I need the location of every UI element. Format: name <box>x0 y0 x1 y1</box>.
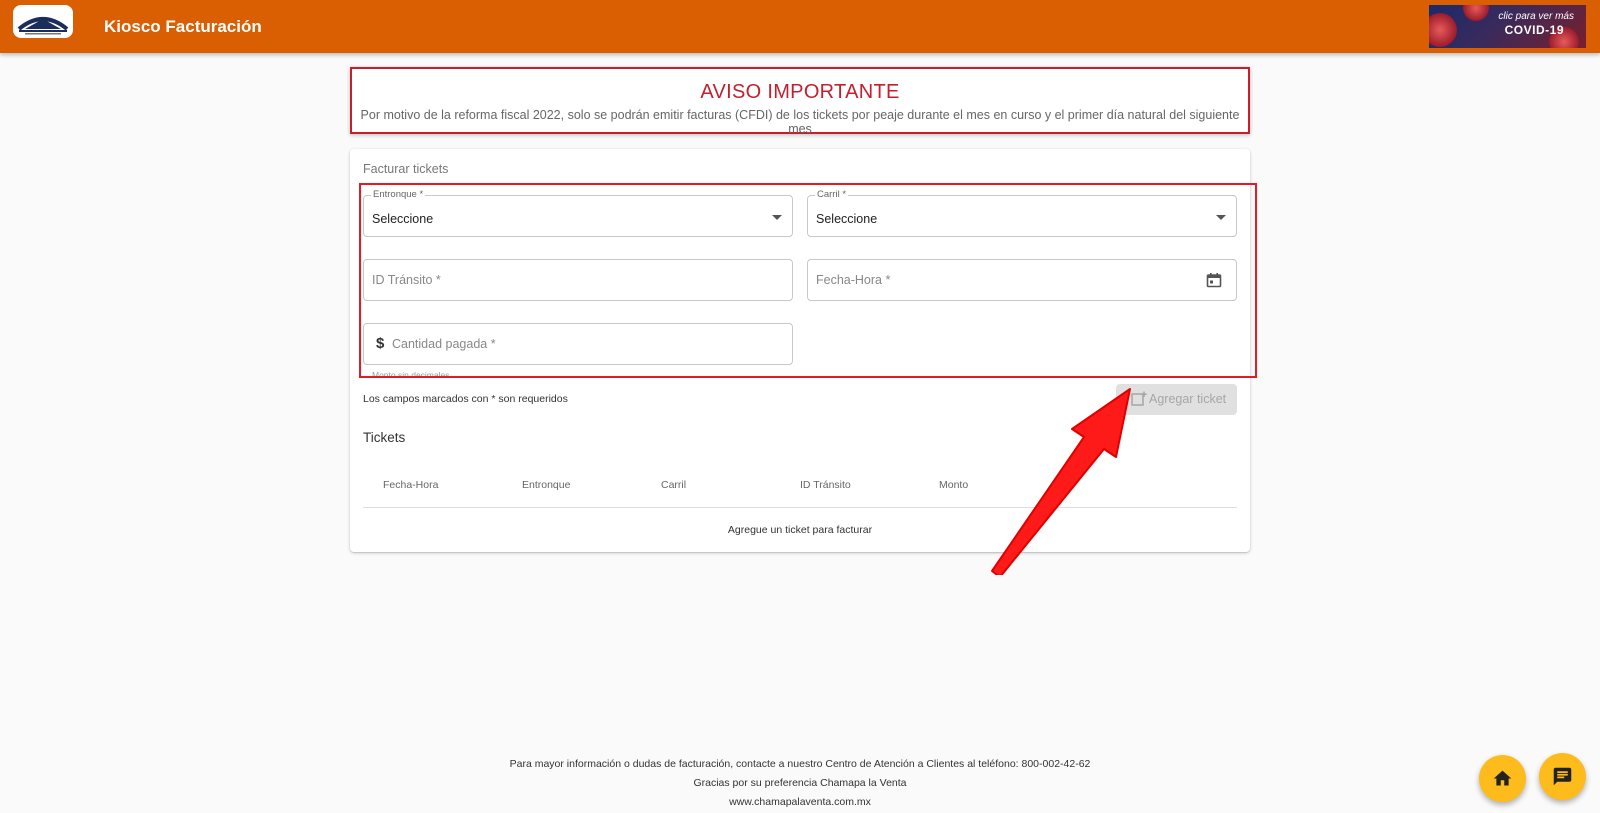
tickets-empty-message: Agregue un ticket para facturar <box>727 524 873 536</box>
column-header-carril[interactable]: Carril <box>661 479 686 491</box>
footer-website[interactable]: www.chamapalaventa.com.mx <box>0 796 1600 808</box>
table-divider <box>363 507 1237 508</box>
important-notice: AVISO IMPORTANTE Por motivo de la reform… <box>350 67 1250 136</box>
chat-icon <box>1553 767 1572 786</box>
add-ticket-button[interactable]: Agregar ticket <box>1116 384 1237 415</box>
column-header-id-transito[interactable]: ID Tránsito <box>800 479 851 491</box>
invoice-card: Facturar tickets Entronque * Seleccione … <box>350 149 1257 552</box>
entronque-label: Entronque * <box>371 189 426 200</box>
id-transito-placeholder: ID Tránsito * <box>372 273 441 287</box>
app-title: Kiosco Facturación <box>104 17 262 36</box>
carril-select[interactable]: Carril * Seleccione <box>807 189 1237 237</box>
carril-value: Seleccione <box>816 212 878 226</box>
home-icon <box>1493 770 1512 786</box>
chamapa-logo[interactable] <box>13 5 73 38</box>
calendar-icon[interactable] <box>1206 272 1222 293</box>
required-fields-note: Los campos marcados con * son requeridos <box>363 393 568 405</box>
notice-text: Por motivo de la reforma fiscal 2022, so… <box>360 108 1240 136</box>
add-ticket-label: Agregar ticket <box>1149 392 1227 406</box>
cantidad-placeholder: Cantidad pagada * <box>392 337 496 351</box>
entronque-value: Seleccione <box>372 212 434 226</box>
footer-thanks: Gracias por su preferencia Chamapa la Ve… <box>693 777 907 789</box>
covid-banner-title: COVID-19 <box>1504 23 1564 37</box>
cantidad-hint: Monto sin decimales <box>372 370 450 380</box>
column-header-entronque[interactable]: Entronque <box>522 479 570 491</box>
card-title: Facturar tickets <box>363 162 449 176</box>
entronque-select[interactable]: Entronque * Seleccione <box>363 189 793 237</box>
fecha-hora-placeholder: Fecha-Hora * <box>816 273 891 287</box>
top-app-bar: Kiosco Facturación clic para ver más COV… <box>0 0 1600 53</box>
tickets-title: Tickets <box>363 430 406 445</box>
column-header-monto[interactable]: Monto <box>939 479 968 491</box>
notice-title: AVISO IMPORTANTE <box>700 81 900 103</box>
caret-down-icon <box>772 215 782 220</box>
covid-banner[interactable]: clic para ver más COVID-19 <box>1429 5 1586 48</box>
dollar-icon: $ <box>376 335 385 352</box>
cantidad-pagada-input[interactable]: $ Cantidad pagada * <box>363 323 793 365</box>
id-transito-input[interactable]: ID Tránsito * <box>363 259 793 301</box>
add-box-icon <box>1131 391 1147 410</box>
fecha-hora-input[interactable]: Fecha-Hora * <box>807 259 1237 301</box>
column-header-fecha-hora[interactable]: Fecha-Hora <box>383 479 438 491</box>
carril-label: Carril * <box>815 189 849 200</box>
chat-button[interactable] <box>1539 753 1586 800</box>
home-button[interactable] <box>1479 755 1526 802</box>
footer-contact: Para mayor información o dudas de factur… <box>509 758 1091 770</box>
covid-banner-small-text: clic para ver más <box>1498 11 1574 22</box>
caret-down-icon <box>1216 215 1226 220</box>
